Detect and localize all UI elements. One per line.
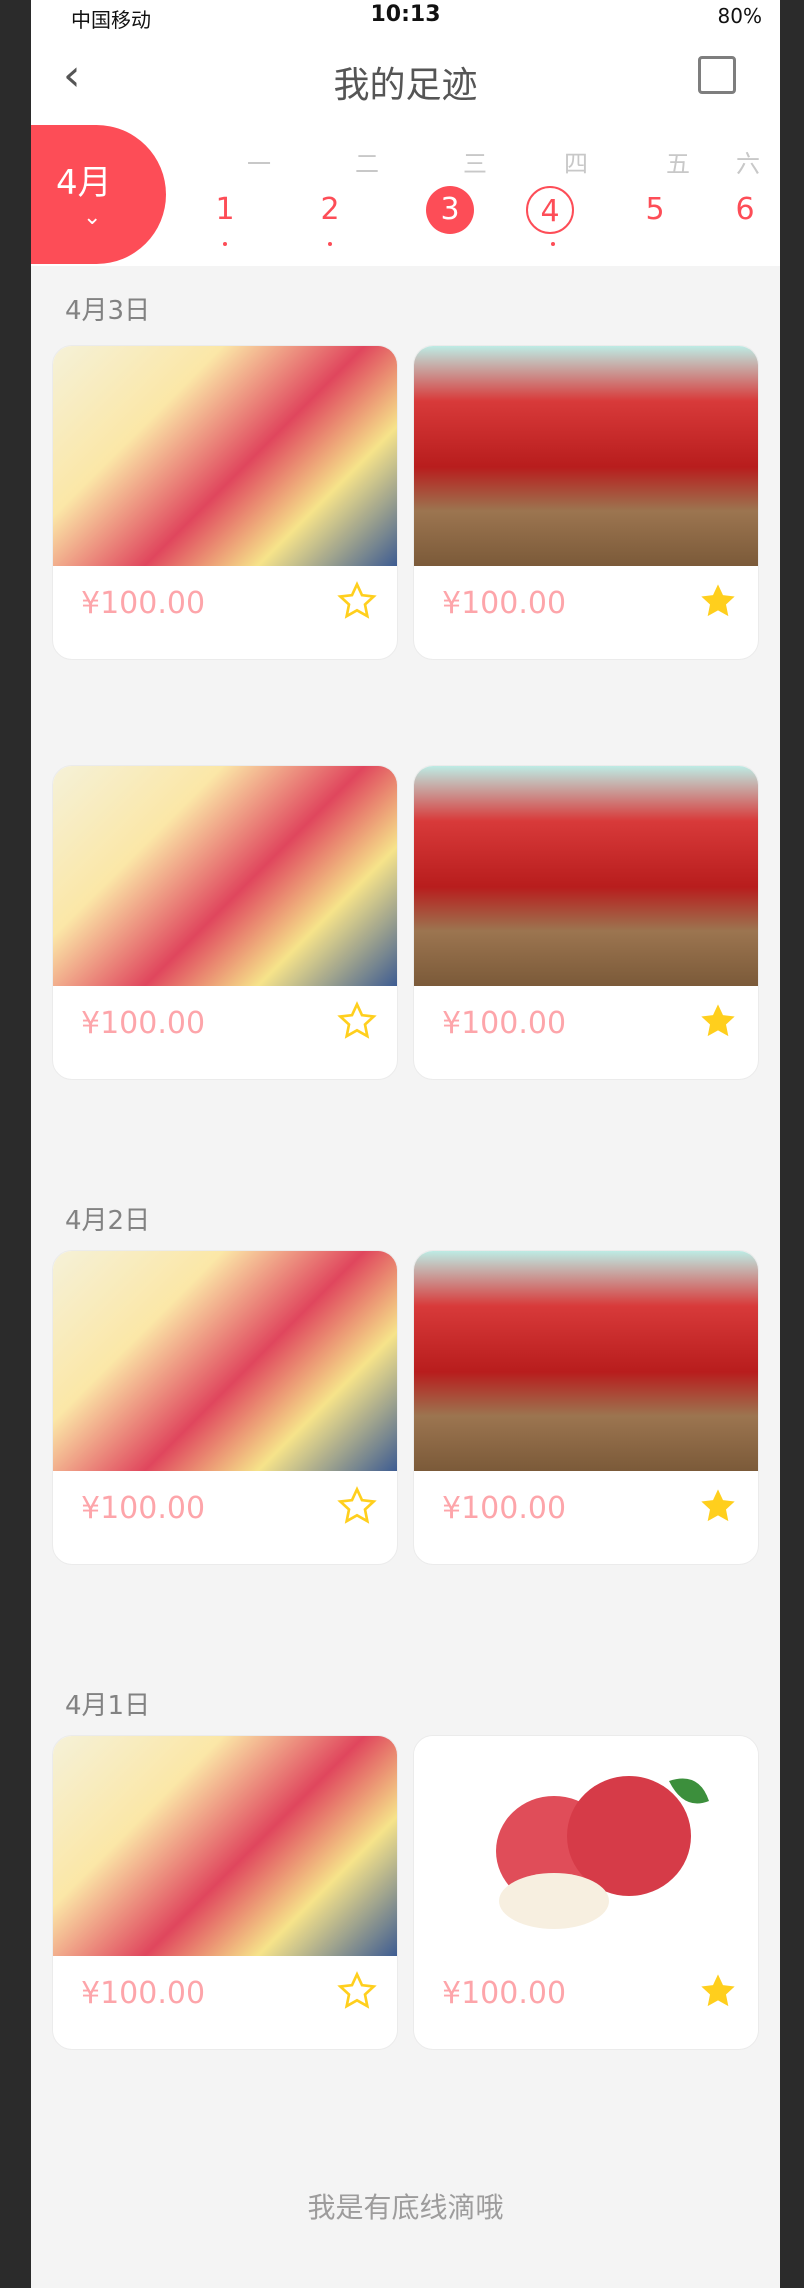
price-label: ¥100.00 — [442, 1006, 567, 1041]
product-image — [53, 1251, 397, 1471]
chevron-down-icon: ⌄ — [83, 205, 102, 230]
product-image — [414, 346, 758, 566]
weekday-label: 二 — [355, 150, 379, 178]
star-filled-icon[interactable] — [698, 1001, 738, 1041]
apple-illustration — [496, 1776, 709, 1929]
date-label: 4月1日 — [65, 1691, 151, 1721]
weekday-label: 六 — [736, 150, 760, 178]
date-label: 4月2日 — [65, 1206, 151, 1236]
date-label: 4月3日 — [65, 296, 151, 326]
nav-bar: ‹ 我的足迹 — [31, 34, 780, 127]
price-label: ¥100.00 — [81, 586, 206, 621]
day-2[interactable]: 2 — [306, 186, 354, 234]
product-image — [53, 766, 397, 986]
product-image — [53, 1736, 397, 1956]
star-outline-icon[interactable] — [337, 1486, 377, 1526]
product-image — [414, 1736, 758, 1956]
star-filled-icon[interactable] — [698, 1486, 738, 1526]
star-outline-icon[interactable] — [337, 1001, 377, 1041]
product-card[interactable]: ¥100.00 — [413, 345, 759, 660]
clock: 10:13 — [370, 2, 441, 27]
day-4[interactable]: 4 — [526, 186, 574, 234]
product-card[interactable]: ¥100.00 — [52, 345, 398, 660]
price-label: ¥100.00 — [81, 1491, 206, 1526]
calendar-strip: 4月 ⌄ 一 二 三 四 五 六 1 2 3 4 5 6 — [31, 125, 780, 266]
star-outline-icon[interactable] — [337, 581, 377, 621]
star-outline-icon[interactable] — [337, 1971, 377, 2011]
month-label: 4月 — [56, 163, 112, 203]
phone-screen: 中国移动 10:13 80% ‹ 我的足迹 4月 ⌄ 一 二 三 四 五 六 1… — [31, 0, 780, 2288]
day-marker-dot — [551, 242, 555, 246]
weekday-label: 四 — [564, 150, 588, 178]
product-card[interactable]: ¥100.00 — [52, 1250, 398, 1565]
product-card[interactable]: ¥100.00 — [52, 765, 398, 1080]
status-bar: 中国移动 10:13 80% — [31, 0, 780, 34]
day-3[interactable]: 3 — [426, 186, 474, 234]
price-label: ¥100.00 — [442, 586, 567, 621]
product-image — [53, 346, 397, 566]
day-marker-dot — [223, 242, 227, 246]
day-5[interactable]: 5 — [631, 186, 679, 234]
list-end-footer: 我是有底线滴哦 — [307, 2191, 504, 2224]
product-card[interactable]: ¥100.00 — [413, 765, 759, 1080]
product-card[interactable]: ¥100.00 — [52, 1735, 398, 2050]
price-label: ¥100.00 — [81, 1006, 206, 1041]
product-image — [414, 766, 758, 986]
weekday-label: 五 — [666, 150, 690, 178]
price-label: ¥100.00 — [81, 1976, 206, 2011]
day-marker-dot — [328, 242, 332, 246]
weekday-label: 一 — [247, 150, 271, 178]
day-6[interactable]: 6 — [721, 186, 769, 234]
price-label: ¥100.00 — [442, 1976, 567, 2011]
star-filled-icon[interactable] — [698, 1971, 738, 2011]
month-badge[interactable]: 4月 ⌄ — [31, 125, 166, 264]
product-card[interactable]: ¥100.00 — [413, 1250, 759, 1565]
star-filled-icon[interactable] — [698, 581, 738, 621]
product-image — [414, 1251, 758, 1471]
edit-icon[interactable] — [698, 56, 736, 94]
battery-label: 80% — [717, 4, 762, 28]
price-label: ¥100.00 — [442, 1491, 567, 1526]
product-card[interactable]: ¥100.00 — [413, 1735, 759, 2050]
day-1[interactable]: 1 — [201, 186, 249, 234]
weekday-label: 三 — [463, 150, 487, 178]
page-title: 我的足迹 — [333, 65, 478, 106]
